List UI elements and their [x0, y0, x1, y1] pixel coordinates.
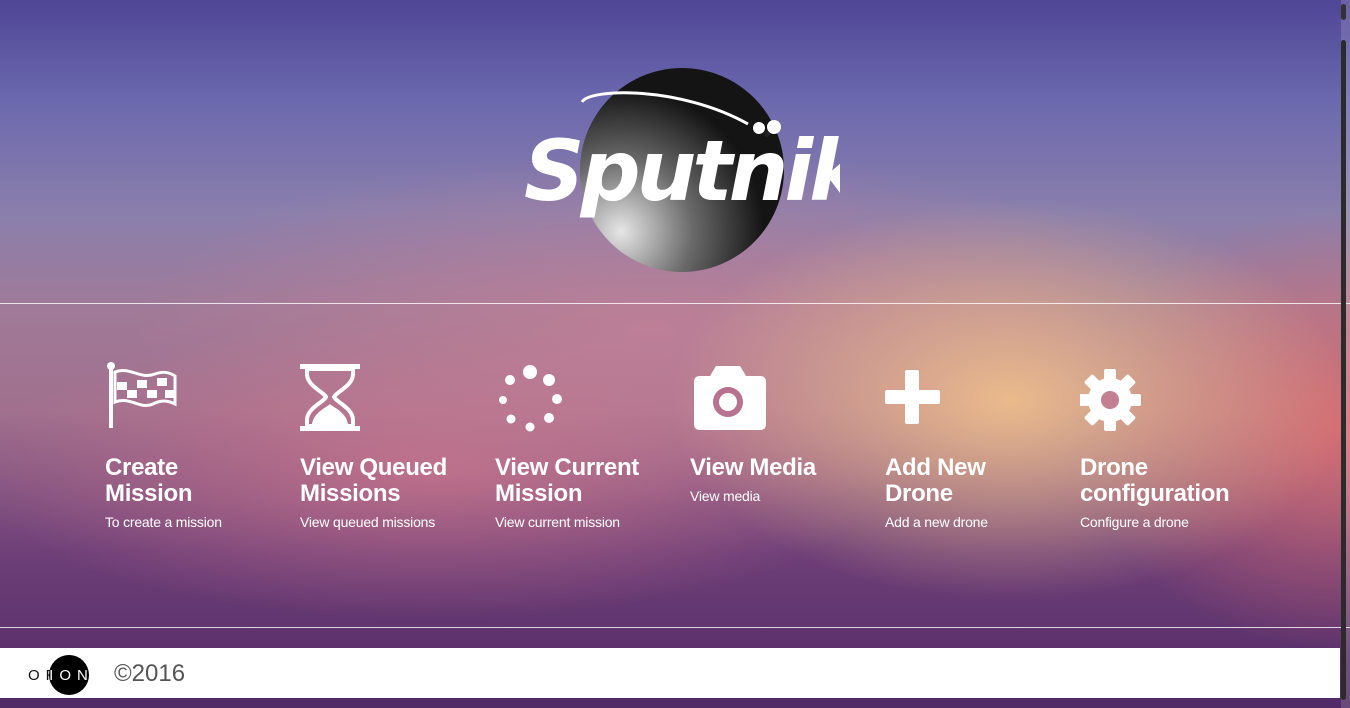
hourglass-icon [300, 360, 490, 435]
view-current-mission-tile[interactable]: View Current Mission View current missio… [495, 360, 685, 531]
tile-description: View queued missions [300, 514, 436, 530]
copyright-text: ©2016 [114, 660, 186, 687]
spinner-icon [495, 360, 685, 435]
tile-description: Add a new drone [885, 514, 988, 530]
tile-description: Configure a drone [1080, 514, 1189, 530]
view-queued-missions-tile[interactable]: View Queued Missions View queued mission… [300, 360, 490, 531]
camera-icon [690, 360, 880, 435]
tile-title-line2: configuration [1080, 480, 1230, 507]
scrollbar-up-handle[interactable] [1341, 4, 1346, 20]
sputnik-logo: Sputnik [520, 60, 874, 275]
footer [0, 648, 1340, 698]
top-divider [0, 303, 1350, 304]
gear-icon [1079, 360, 1270, 435]
tile-description: View media [690, 488, 761, 504]
create-mission-tile[interactable]: Create Mission To create a mission [105, 360, 295, 531]
tile-title-line2: Mission [105, 480, 193, 507]
view-media-tile[interactable]: View Media View media [690, 360, 880, 505]
orion-logo-disc: ION [48, 655, 89, 695]
flag-icon [105, 360, 295, 435]
tile-title-line1: Create [105, 454, 178, 481]
tile-description: To create a mission [105, 514, 222, 530]
scrollbar-thumb[interactable] [1341, 40, 1346, 700]
tile-description: View current mission [495, 514, 620, 530]
tile-title-line1: View Current [495, 454, 639, 481]
bottom-divider [0, 627, 1350, 628]
tile-title-line2: Mission [495, 480, 583, 507]
tile-title-line1: View Queued [300, 454, 447, 481]
orion-logo: OR ION [28, 655, 89, 695]
logo-wordmark: Sputnik [524, 122, 840, 220]
tile-title-line1: View Media [690, 454, 816, 481]
tile-title-line1: Drone [1080, 454, 1148, 481]
menu-tiles: Create Mission To create a mission View … [0, 360, 1350, 560]
add-new-drone-tile[interactable]: Add New Drone Add a new drone [885, 360, 1075, 531]
tile-title-line2: Missions [300, 480, 401, 507]
plus-icon [885, 360, 1075, 435]
orion-logo-right-text: ION [49, 666, 94, 684]
tile-title-line1: Add New [885, 454, 986, 481]
tile-title-line2: Drone [885, 480, 953, 507]
drone-configuration-tile[interactable]: Drone configuration Configure a drone [1079, 360, 1270, 531]
